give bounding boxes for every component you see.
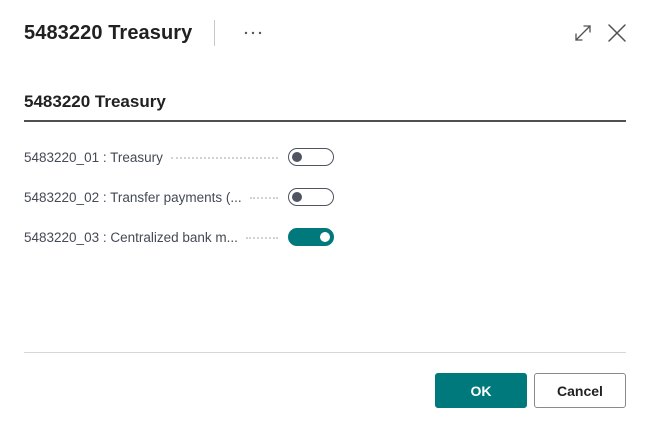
- toggle-switch-treasury[interactable]: [288, 148, 334, 166]
- header-divider: [214, 20, 216, 46]
- field-row-treasury: 5483220_01 : Treasury: [24, 146, 334, 168]
- field-row-centralized-bank: 5483220_03 : Centralized bank m...: [24, 226, 334, 248]
- toggle-knob: [292, 151, 302, 162]
- dialog-title: 5483220 Treasury: [24, 21, 193, 44]
- field-label: 5483220_02 : Transfer payments (...: [24, 189, 242, 205]
- field-leader: [249, 197, 278, 199]
- field-label: 5483220_01 : Treasury: [24, 149, 163, 165]
- close-button[interactable]: [604, 20, 630, 46]
- toggle-knob: [292, 191, 302, 202]
- field-row-transfer-payments: 5483220_02 : Transfer payments (...: [24, 186, 334, 208]
- more-options-button[interactable]: [241, 21, 265, 45]
- dialog: 5483220 Treasury 5483220 Treasury 548322…: [0, 0, 650, 434]
- toggle-switch-transfer-payments[interactable]: [288, 188, 334, 206]
- field-leader: [170, 157, 278, 159]
- toggle-switch-centralized-bank[interactable]: [288, 228, 334, 246]
- dialog-header: 5483220 Treasury: [24, 18, 630, 48]
- cancel-button[interactable]: Cancel: [534, 373, 626, 408]
- expand-button[interactable]: [570, 20, 596, 46]
- more-ellipsis-icon: [245, 31, 262, 35]
- header-actions: [570, 20, 630, 46]
- field-leader: [245, 237, 278, 239]
- section-title: 5483220 Treasury: [24, 92, 166, 111]
- ok-button[interactable]: OK: [435, 373, 527, 408]
- expand-icon: [575, 25, 591, 41]
- section-divider: [24, 120, 626, 122]
- toggle-knob: [320, 231, 330, 242]
- footer-divider: [24, 352, 626, 353]
- close-icon: [608, 24, 626, 42]
- field-label: 5483220_03 : Centralized bank m...: [24, 229, 238, 245]
